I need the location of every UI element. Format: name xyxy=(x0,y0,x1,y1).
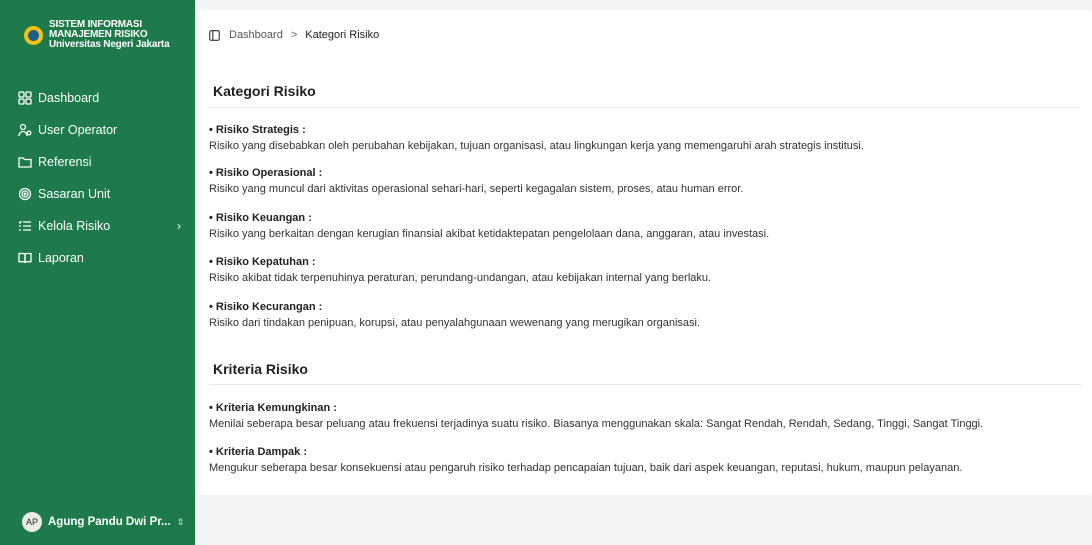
user-name: Agung Pandu Dwi Pr... xyxy=(48,516,171,528)
avatar: AP xyxy=(22,512,42,532)
grid-icon xyxy=(18,91,32,105)
sidebar-item-referensi[interactable]: Referensi xyxy=(0,146,195,178)
item-title: • Risiko Keuangan : xyxy=(209,212,312,224)
sidebar-item-kelola-risiko[interactable]: Kelola Risiko › xyxy=(0,210,195,242)
list-item: • Risiko Kecurangan : Risiko dari tindak… xyxy=(209,301,700,329)
item-title: • Kriteria Kemungkinan : xyxy=(209,402,337,414)
folder-icon xyxy=(18,155,32,169)
sidebar: SISTEM INFORMASI MANAJEMEN RISIKO Univer… xyxy=(0,0,195,545)
list-item: • Risiko Operasional : Risiko yang muncu… xyxy=(209,167,743,195)
top-strip xyxy=(195,0,1092,10)
sidebar-item-label: Referensi xyxy=(38,155,92,169)
item-title: • Risiko Kepatuhan : xyxy=(209,256,316,268)
breadcrumb-home[interactable]: Dashboard xyxy=(229,29,283,41)
divider xyxy=(209,384,1081,385)
sidebar-item-label: Kelola Risiko xyxy=(38,219,111,233)
item-description: Risiko yang disebabkan oleh perubahan ke… xyxy=(209,140,864,152)
list-item: • Risiko Strategis : Risiko yang disebab… xyxy=(209,124,864,152)
item-description: Risiko yang muncul dari aktivitas operas… xyxy=(209,183,744,195)
brand[interactable]: SISTEM INFORMASI MANAJEMEN RISIKO Univer… xyxy=(0,0,195,62)
list-item: • Kriteria Dampak : Mengukur seberapa be… xyxy=(209,446,962,474)
user-menu[interactable]: AP Agung Pandu Dwi Pr... ⇕ xyxy=(22,512,184,532)
item-description: Risiko dari tindakan penipuan, korupsi, … xyxy=(209,317,701,329)
chevrons-up-down-icon: ⇕ xyxy=(176,516,185,527)
section-title-kriteria: Kriteria Risiko xyxy=(213,361,308,377)
list-item: • Risiko Kepatuhan : Risiko akibat tidak… xyxy=(209,256,711,284)
book-icon xyxy=(18,251,32,265)
sidebar-item-user-operator[interactable]: User Operator xyxy=(0,114,195,146)
brand-text: SISTEM INFORMASI MANAJEMEN RISIKO Univer… xyxy=(49,20,170,50)
sidebar-item-label: User Operator xyxy=(38,123,118,137)
university-logo-icon xyxy=(24,25,43,45)
item-description: Menilai seberapa besar peluang atau frek… xyxy=(209,418,984,430)
breadcrumb-current: Kategori Risiko xyxy=(305,29,380,41)
breadcrumb-separator: > xyxy=(290,29,298,41)
item-description: Mengukur seberapa besar konsekuensi atau… xyxy=(209,462,963,474)
main-panel: Dashboard > Kategori Risiko Kategori Ris… xyxy=(199,10,1092,495)
sidebar-toggle-icon[interactable] xyxy=(209,29,220,41)
list-item: • Risiko Keuangan : Risiko yang berkaita… xyxy=(209,212,769,240)
sidebar-item-label: Dashboard xyxy=(38,91,100,105)
breadcrumb: Dashboard > Kategori Risiko xyxy=(209,29,379,41)
divider xyxy=(209,107,1081,108)
target-icon xyxy=(18,187,32,201)
chevron-right-icon: › xyxy=(177,219,181,233)
sidebar-item-label: Laporan xyxy=(38,251,84,265)
sidebar-item-label: Sasaran Unit xyxy=(38,187,111,201)
sidebar-nav: Dashboard User Operator Referensi Sasara… xyxy=(0,82,195,274)
item-title: • Risiko Kecurangan : xyxy=(209,301,323,313)
sidebar-item-sasaran-unit[interactable]: Sasaran Unit xyxy=(0,178,195,210)
brand-line-3: Universitas Negeri Jakarta xyxy=(49,39,170,50)
item-title: • Risiko Strategis : xyxy=(209,124,306,136)
item-description: Risiko akibat tidak terpenuhinya peratur… xyxy=(209,272,712,284)
users-icon xyxy=(18,123,32,137)
section-title-kategori: Kategori Risiko xyxy=(213,83,316,99)
sidebar-item-laporan[interactable]: Laporan xyxy=(0,242,195,274)
list-item: • Kriteria Kemungkinan : Menilai seberap… xyxy=(209,402,983,430)
item-title: • Risiko Operasional : xyxy=(209,167,323,179)
item-description: Risiko yang berkaitan dengan kerugian fi… xyxy=(209,228,770,240)
sidebar-item-dashboard[interactable]: Dashboard xyxy=(0,82,195,114)
list-icon xyxy=(18,219,32,233)
item-title: • Kriteria Dampak : xyxy=(209,446,307,458)
